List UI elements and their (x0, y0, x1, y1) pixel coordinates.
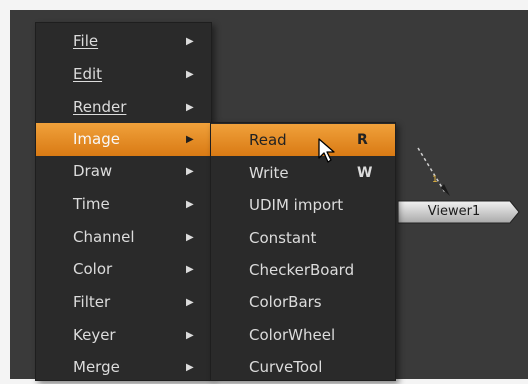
menu-item-label: Image (73, 130, 120, 148)
submenu-item-read[interactable]: Read R (211, 124, 395, 156)
submenu-arrow-icon: ▶ (186, 362, 194, 373)
submenu-item-udim-import[interactable]: UDIM import (211, 189, 395, 221)
submenu-arrow-icon: ▶ (186, 297, 194, 308)
submenu-item-label: ColorBars (249, 293, 322, 311)
submenu-arrow-icon: ▶ (186, 264, 194, 275)
menu-item-label: Keyer (73, 326, 116, 344)
submenu-item-curvetool[interactable]: CurveTool (211, 351, 395, 383)
submenu-item-label: Read (249, 131, 287, 149)
submenu-item-colorbars[interactable]: ColorBars (211, 286, 395, 318)
menu-item-image[interactable]: Image ▶ (36, 123, 211, 156)
menu-item-label: Render (73, 98, 127, 116)
menu-item-label: Merge (73, 358, 120, 376)
submenu-arrow-icon: ▶ (186, 102, 194, 113)
menu-item-draw[interactable]: Draw ▶ (36, 155, 211, 188)
submenu-item-label: ColorWheel (249, 326, 336, 344)
submenu-arrow-icon: ▶ (186, 330, 194, 341)
submenu-item-colorwheel[interactable]: ColorWheel (211, 319, 395, 351)
shortcut-key: W (357, 165, 373, 181)
submenu-item-label: Constant (249, 229, 317, 247)
menu-item-channel[interactable]: Channel ▶ (36, 221, 211, 254)
submenu-arrow-icon: ▶ (186, 166, 194, 177)
viewer-node[interactable]: Viewer1 (398, 200, 520, 224)
submenu-arrow-icon: ▶ (186, 36, 194, 47)
menu-item-filter[interactable]: Filter ▶ (36, 286, 211, 319)
submenu-item-constant[interactable]: Constant (211, 222, 395, 254)
submenu-item-checkerboard[interactable]: CheckerBoard (211, 254, 395, 286)
menu-item-label: Draw (73, 162, 113, 180)
submenu-arrow-icon: ▶ (186, 134, 194, 145)
menu-item-label: Color (73, 260, 113, 278)
menu-item-keyer[interactable]: Keyer ▶ (36, 319, 211, 352)
submenu-item-write[interactable]: Write W (211, 157, 395, 189)
submenu-arrow-icon: ▶ (186, 69, 194, 80)
submenu-item-label: CheckerBoard (249, 261, 355, 279)
menu-item-time[interactable]: Time ▶ (36, 188, 211, 221)
mouse-pointer-icon (318, 138, 335, 163)
menu-item-edit[interactable]: Edit ▶ (36, 58, 211, 91)
menu-item-color[interactable]: Color ▶ (36, 253, 211, 286)
menu-item-merge[interactable]: Merge ▶ (36, 351, 211, 384)
image-submenu: Read R Write W UDIM import Constant Chec… (210, 122, 396, 381)
submenu-item-label: Write (249, 164, 289, 182)
menu-item-file[interactable]: File ▶ (36, 25, 211, 58)
menu-item-label: Channel (73, 228, 135, 246)
node-input-connector[interactable]: 1 (408, 144, 458, 204)
submenu-arrow-icon: ▶ (186, 199, 194, 210)
nodes-menu: File ▶ Edit ▶ Render ▶ Image ▶ Draw ▶ Ti… (35, 22, 212, 381)
menu-item-render[interactable]: Render ▶ (36, 91, 211, 124)
submenu-item-label: CurveTool (249, 358, 323, 376)
menu-item-label: File (73, 32, 99, 50)
shortcut-key: R (357, 132, 368, 148)
submenu-item-label: UDIM import (249, 196, 344, 214)
menu-item-label: Time (73, 195, 110, 213)
menu-item-label: Edit (73, 65, 103, 83)
menu-item-label: Filter (73, 293, 111, 311)
submenu-arrow-icon: ▶ (186, 232, 194, 243)
input-number-label: 1 (432, 175, 438, 185)
viewer-node-label: Viewer1 (427, 204, 481, 219)
